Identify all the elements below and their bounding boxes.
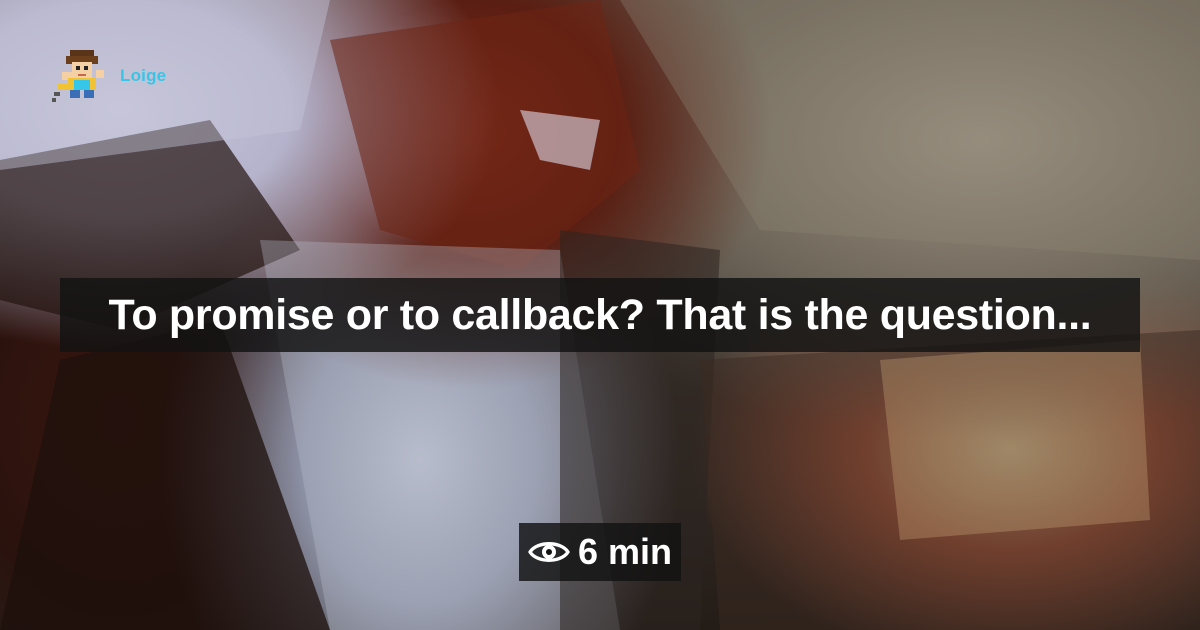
brand-logo[interactable]: Loige (52, 48, 166, 104)
eye-icon (528, 542, 570, 562)
pixel-avatar-icon (52, 50, 104, 102)
reading-time-badge: 6 min (519, 523, 681, 581)
reading-time-value: 6 min (577, 531, 673, 572)
social-card: Loige To promise or to callback? That is… (0, 0, 1200, 630)
post-title-banner: To promise or to callback? That is the q… (60, 278, 1140, 352)
post-title[interactable]: To promise or to callback? That is the q… (109, 291, 1092, 340)
brand-name: Loige (120, 66, 167, 85)
